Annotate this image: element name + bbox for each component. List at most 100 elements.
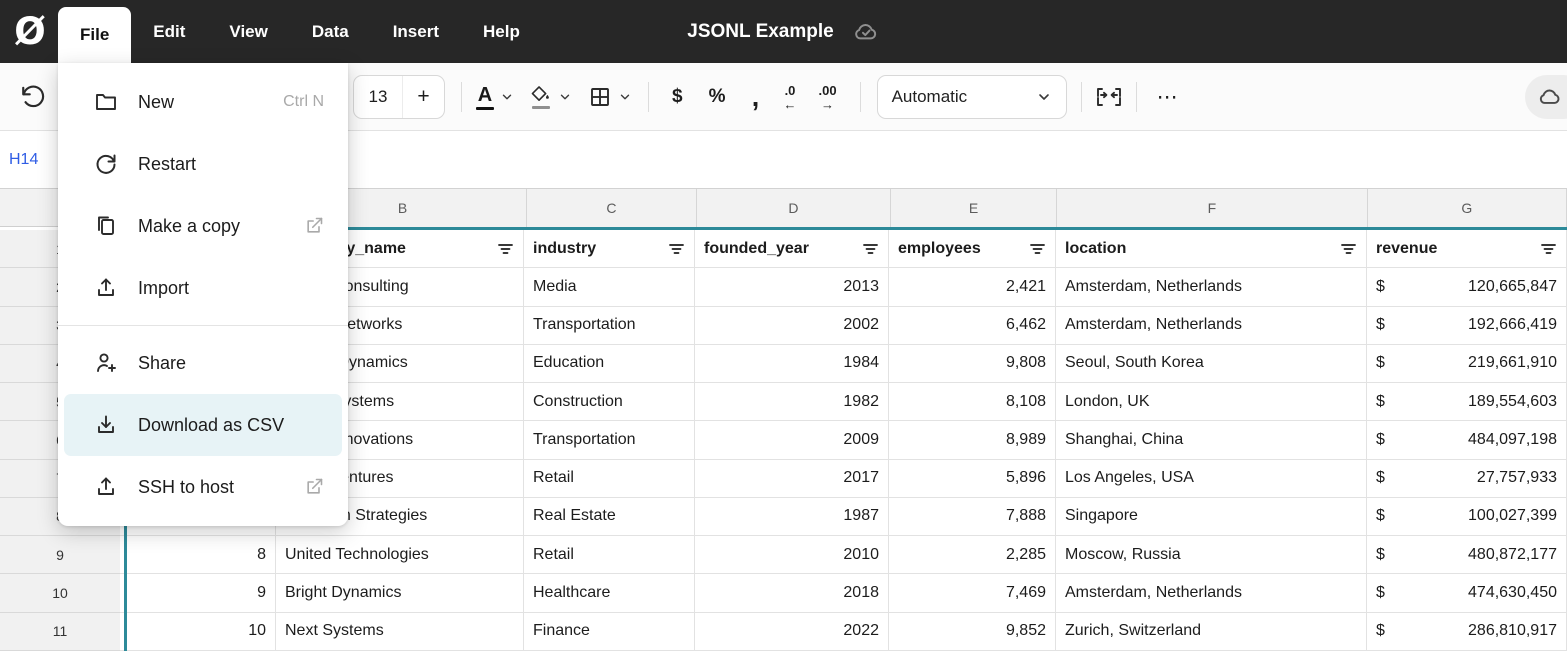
cell-employees[interactable]: 8,108: [889, 383, 1056, 421]
cell-founded_year[interactable]: 2010: [695, 536, 889, 574]
cell-employees[interactable]: 2,421: [889, 268, 1056, 306]
cell-location[interactable]: Seoul, South Korea: [1056, 345, 1367, 383]
cell-revenue[interactable]: $480,872,177: [1367, 536, 1567, 574]
cell-employees[interactable]: 8,989: [889, 421, 1056, 459]
cell-founded_year[interactable]: 2002: [695, 307, 889, 345]
cell-employees[interactable]: 5,896: [889, 460, 1056, 498]
cell-location[interactable]: Zurich, Switzerland: [1056, 613, 1367, 651]
column-field-header-industry[interactable]: industry: [524, 230, 695, 268]
cell-industry[interactable]: Media: [524, 268, 695, 306]
menubar-item-data[interactable]: Data: [290, 0, 371, 63]
file-menu-item-make-a-copy[interactable]: Make a copy: [64, 195, 342, 257]
cell-location[interactable]: Shanghai, China: [1056, 421, 1367, 459]
cell-location[interactable]: Los Angeles, USA: [1056, 460, 1367, 498]
cell-revenue[interactable]: $286,810,917: [1367, 613, 1567, 651]
filter-icon[interactable]: [1029, 242, 1046, 256]
fill-color-button[interactable]: [530, 77, 572, 117]
column-field-header-revenue[interactable]: revenue: [1367, 230, 1567, 268]
column-field-header-founded_year[interactable]: founded_year: [695, 230, 889, 268]
cell-industry[interactable]: Finance: [524, 613, 695, 651]
thousands-separator-button[interactable]: ,: [738, 77, 772, 117]
cell-founded_year[interactable]: 1987: [695, 498, 889, 536]
cell-revenue[interactable]: $189,554,603: [1367, 383, 1567, 421]
more-options-button[interactable]: ⋯: [1147, 77, 1189, 117]
chevron-down-icon[interactable]: [618, 90, 632, 104]
cell-founded_year[interactable]: 1984: [695, 345, 889, 383]
filter-icon[interactable]: [668, 242, 685, 256]
decrease-decimals-button[interactable]: .0 ←: [772, 77, 807, 117]
cell-employees[interactable]: 7,888: [889, 498, 1056, 536]
column-header-E[interactable]: E: [891, 189, 1058, 227]
cell-id[interactable]: 9: [120, 574, 276, 612]
column-field-header-employees[interactable]: employees: [889, 230, 1056, 268]
filter-icon[interactable]: [862, 242, 879, 256]
cell-revenue[interactable]: $27,757,933: [1367, 460, 1567, 498]
cell-founded_year[interactable]: 2013: [695, 268, 889, 306]
cell-location[interactable]: Singapore: [1056, 498, 1367, 536]
font-size-increase-button[interactable]: +: [402, 76, 444, 118]
cell-employees[interactable]: 6,462: [889, 307, 1056, 345]
file-menu-item-share[interactable]: Share: [64, 332, 342, 394]
row-header-11[interactable]: 11: [0, 613, 120, 651]
cell-industry[interactable]: Retail: [524, 460, 695, 498]
cell-revenue[interactable]: $192,666,419: [1367, 307, 1567, 345]
row-header-9[interactable]: 9: [0, 536, 120, 574]
connection-pill[interactable]: [1525, 75, 1567, 119]
cell-location[interactable]: Amsterdam, Netherlands: [1056, 268, 1367, 306]
cell-industry[interactable]: Education: [524, 345, 695, 383]
increase-decimals-button[interactable]: .00 →: [807, 77, 847, 117]
cell-employees[interactable]: 9,852: [889, 613, 1056, 651]
cell-id[interactable]: 8: [120, 536, 276, 574]
cell-founded_year[interactable]: 2017: [695, 460, 889, 498]
menubar-item-view[interactable]: View: [207, 0, 289, 63]
filter-icon[interactable]: [497, 242, 514, 256]
filter-icon[interactable]: [1340, 242, 1357, 256]
file-menu-item-ssh-to-host[interactable]: SSH to host: [64, 456, 342, 518]
cell-industry[interactable]: Real Estate: [524, 498, 695, 536]
undo-button[interactable]: [16, 77, 50, 117]
cell-founded_year[interactable]: 1982: [695, 383, 889, 421]
cell-revenue[interactable]: $100,027,399: [1367, 498, 1567, 536]
menubar-item-insert[interactable]: Insert: [371, 0, 461, 63]
cell-founded_year[interactable]: 2009: [695, 421, 889, 459]
borders-button[interactable]: [588, 77, 632, 117]
convert-format-button[interactable]: [1092, 77, 1126, 117]
font-size-value[interactable]: 13: [354, 76, 402, 118]
file-menu-item-restart[interactable]: Restart: [64, 133, 342, 195]
cell-industry[interactable]: Retail: [524, 536, 695, 574]
cell-company_name[interactable]: Next Systems: [276, 613, 524, 651]
column-header-G[interactable]: G: [1368, 189, 1567, 227]
cell-founded_year[interactable]: 2018: [695, 574, 889, 612]
cell-company_name[interactable]: Bright Dynamics: [276, 574, 524, 612]
menubar-item-file[interactable]: File: [58, 7, 131, 63]
cell-employees[interactable]: 7,469: [889, 574, 1056, 612]
column-field-header-location[interactable]: location: [1056, 230, 1367, 268]
cell-id[interactable]: 10: [120, 613, 276, 651]
file-menu-item-new[interactable]: NewCtrl N: [64, 71, 342, 133]
currency-format-button[interactable]: $: [659, 77, 696, 117]
cell-revenue[interactable]: $484,097,198: [1367, 421, 1567, 459]
cell-location[interactable]: Amsterdam, Netherlands: [1056, 307, 1367, 345]
row-header-10[interactable]: 10: [0, 574, 120, 612]
cell-industry[interactable]: Transportation: [524, 421, 695, 459]
active-cell-reference[interactable]: H14: [9, 151, 38, 169]
menubar-item-edit[interactable]: Edit: [131, 0, 207, 63]
cell-revenue[interactable]: $120,665,847: [1367, 268, 1567, 306]
column-header-F[interactable]: F: [1057, 189, 1367, 227]
document-title[interactable]: JSONL Example: [687, 21, 833, 43]
column-header-D[interactable]: D: [697, 189, 891, 227]
cell-founded_year[interactable]: 2022: [695, 613, 889, 651]
cell-revenue[interactable]: $219,661,910: [1367, 345, 1567, 383]
filter-icon[interactable]: [1540, 242, 1557, 256]
chevron-down-icon[interactable]: [558, 90, 572, 104]
file-menu-item-download-as-csv[interactable]: Download as CSV: [64, 394, 342, 456]
cell-industry[interactable]: Construction: [524, 383, 695, 421]
cell-employees[interactable]: 9,808: [889, 345, 1056, 383]
cell-location[interactable]: Moscow, Russia: [1056, 536, 1367, 574]
app-logo[interactable]: Ø: [12, 14, 48, 50]
cell-industry[interactable]: Transportation: [524, 307, 695, 345]
chevron-down-icon[interactable]: [500, 90, 514, 104]
cell-company_name[interactable]: United Technologies: [276, 536, 524, 574]
cell-location[interactable]: London, UK: [1056, 383, 1367, 421]
cell-industry[interactable]: Healthcare: [524, 574, 695, 612]
